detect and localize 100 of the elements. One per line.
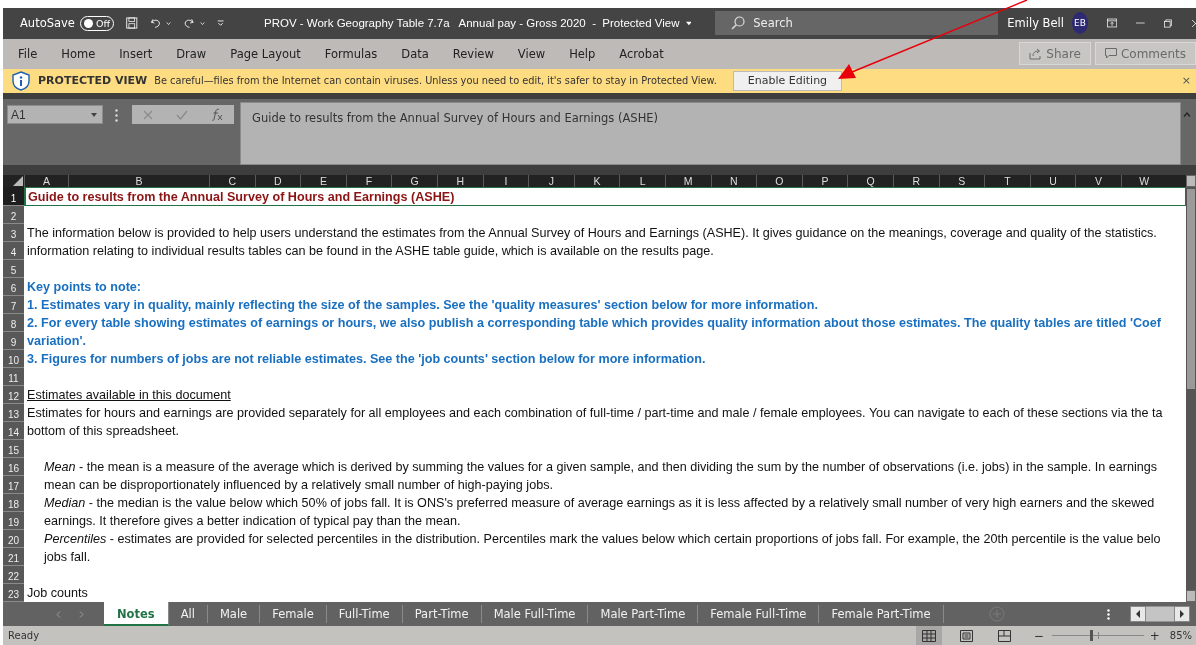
row-header[interactable]: 21 [3, 548, 24, 566]
row-header[interactable]: 6 [3, 278, 24, 296]
column-header[interactable]: U [1029, 175, 1076, 187]
row-header[interactable]: 17 [3, 476, 24, 494]
close-icon[interactable] [1191, 17, 1196, 29]
row-header[interactable]: 5 [3, 260, 24, 278]
row-header[interactable]: 23 [3, 584, 24, 602]
normal-view-button[interactable] [915, 626, 942, 645]
sheet-tab[interactable]: Notes [104, 602, 169, 626]
grid-icon [921, 629, 936, 642]
sheet-tab[interactable]: Male Part-Time [588, 605, 699, 623]
row-header[interactable]: 16 [3, 458, 24, 476]
chevron-down-icon[interactable] [166, 20, 172, 26]
sheet-tab[interactable]: Female Part-Time [819, 605, 944, 623]
menu-tab[interactable]: Insert [119, 46, 153, 61]
row-header[interactable]: 13 [3, 404, 24, 422]
restore-icon[interactable] [1163, 17, 1172, 29]
chevron-down-icon[interactable] [199, 20, 205, 26]
column-header[interactable]: S [938, 175, 985, 187]
row-header[interactable]: 15 [3, 440, 24, 458]
column-header[interactable]: M [664, 175, 711, 187]
document-title[interactable]: PROV - Work Geography Table 7.7a Annual pay - Gross 2020 - Protected View [264, 17, 680, 30]
menu-tab[interactable]: Formulas [324, 46, 378, 61]
horizontal-scrollbar[interactable] [1130, 606, 1190, 622]
zoom-level[interactable]: 85% [1169, 630, 1192, 641]
cell-text: earnings. It therefore gives a better indication of typical pay than the mean. [44, 514, 461, 528]
row-header[interactable]: 19 [3, 512, 24, 530]
vertical-scrollbar[interactable] [1186, 175, 1196, 602]
column-header[interactable]: A [24, 175, 68, 187]
save-icon[interactable] [125, 15, 138, 32]
cell-text: 3. Figures for numbers of jobs are not reliable estimates. See the 'job counts' section below for more information. [27, 352, 706, 366]
menu-tab[interactable]: Acrobat [619, 46, 664, 61]
menu-tab[interactable]: View [517, 46, 546, 61]
name-box[interactable]: A1 [7, 105, 103, 124]
menu-tab[interactable]: Review [452, 46, 494, 61]
more-icon[interactable] [1107, 608, 1110, 620]
enable-editing-button[interactable]: Enable Editing [732, 70, 843, 91]
sheet-tab[interactable]: Part-Time [402, 605, 482, 623]
menu-tab[interactable]: File [18, 46, 38, 61]
row-header[interactable]: 12 [3, 386, 24, 404]
row-header[interactable]: 22 [3, 566, 24, 584]
more-icon[interactable] [115, 109, 118, 122]
row-header[interactable]: 18 [3, 494, 24, 512]
row-header[interactable]: 3 [3, 224, 24, 242]
menu-tab[interactable]: Help [569, 46, 596, 61]
column-header[interactable]: C [209, 175, 255, 187]
sheet-tab[interactable]: All [168, 605, 208, 623]
column-header[interactable]: D [254, 175, 301, 187]
column-header[interactable]: W [1120, 175, 1167, 187]
column-header[interactable]: R [892, 175, 939, 187]
sheet-tab[interactable]: Female [260, 605, 327, 623]
row-header[interactable]: 20 [3, 530, 24, 548]
column-header[interactable]: E [300, 175, 346, 187]
column-header[interactable]: N [710, 175, 757, 187]
sheet-tab[interactable]: Full-Time [326, 605, 403, 623]
row-header[interactable]: 14 [3, 422, 24, 440]
column-header[interactable]: V [1075, 175, 1121, 187]
user-name[interactable]: Emily Bell [1007, 16, 1064, 31]
zoom-out-button[interactable]: − [1033, 628, 1044, 643]
minimize-icon[interactable] [1136, 22, 1145, 25]
row-header[interactable]: 9 [3, 332, 24, 350]
zoom-in-button[interactable]: + [1149, 628, 1160, 643]
column-header[interactable]: O [756, 175, 802, 187]
close-button[interactable]: × [1181, 74, 1191, 88]
row-header[interactable]: 11 [3, 368, 24, 386]
function-icon[interactable] [210, 108, 223, 121]
row-header[interactable]: 7 [3, 296, 24, 314]
search-field[interactable]: Search [715, 11, 999, 36]
menu-tab[interactable]: Home [61, 46, 96, 61]
column-header[interactable]: B [68, 175, 209, 187]
column-header[interactable]: H [436, 175, 483, 187]
column-header[interactable]: L [619, 175, 665, 187]
menu-tab[interactable]: Data [401, 46, 429, 61]
menu-tab[interactable]: Draw [176, 46, 207, 61]
column-header[interactable]: F [345, 175, 392, 187]
column-header[interactable]: T [984, 175, 1030, 187]
user-avatar[interactable]: EB [1072, 12, 1088, 35]
sheet-tab[interactable]: Female Full-Time [698, 605, 820, 623]
sheet-tab[interactable]: Male [207, 605, 261, 623]
check-icon[interactable] [176, 109, 188, 120]
column-header[interactable]: K [573, 175, 620, 187]
search-icon [731, 16, 746, 31]
collapse-icon[interactable] [1183, 112, 1191, 117]
row-header[interactable]: 1 [3, 187, 24, 206]
row-header[interactable]: 8 [3, 314, 24, 332]
menu-tab[interactable]: Page Layout [230, 46, 301, 61]
customize-icon[interactable] [216, 18, 224, 28]
ribbon-display-icon[interactable] [1106, 17, 1117, 30]
row-header[interactable]: 2 [3, 206, 24, 224]
sheet-tab[interactable]: Male Full-Time [481, 605, 589, 623]
column-header[interactable]: Q [847, 175, 893, 187]
formula-bar[interactable]: Guide to results from the Annual Survey of Hours and Earnings (ASHE) [240, 102, 1181, 165]
column-header[interactable]: J [528, 175, 574, 187]
cell-text: 2. For every table showing estimates of earnings or hours, we also publish a corresponding table which provides quality information about those estimates. The quality tables are titled 'Coef [27, 316, 1161, 330]
column-header[interactable]: G [391, 175, 437, 187]
column-header[interactable]: P [801, 175, 848, 187]
row-header[interactable]: 10 [3, 350, 24, 368]
column-header[interactable]: I [482, 175, 529, 187]
row-header[interactable]: 4 [3, 242, 24, 260]
caret-icon[interactable] [685, 20, 692, 26]
